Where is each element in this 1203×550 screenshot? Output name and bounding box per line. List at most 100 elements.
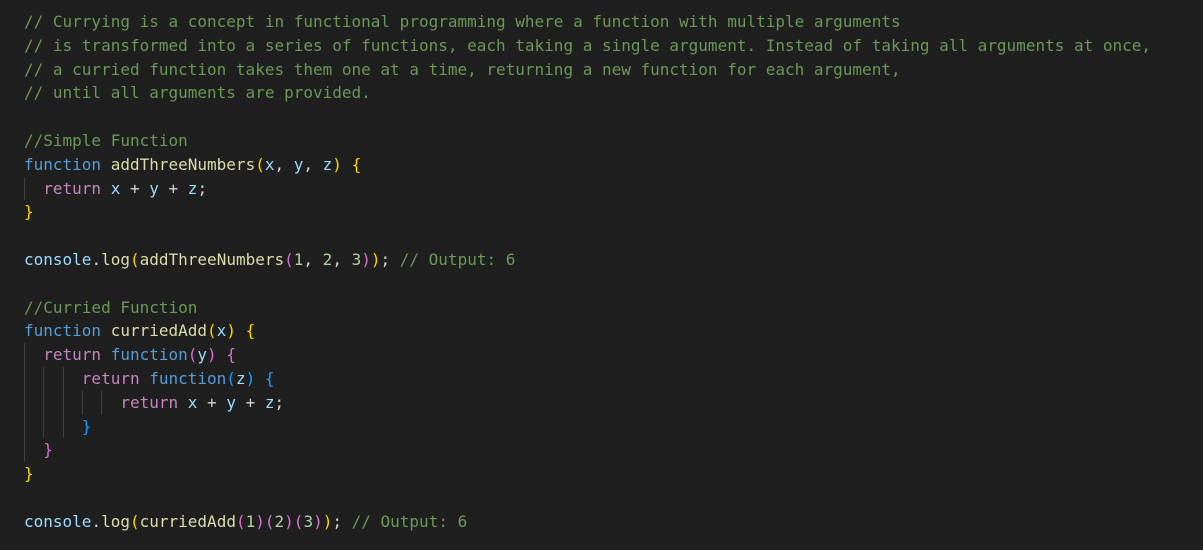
code-token: x (110, 178, 121, 198)
code-token: x (187, 392, 198, 412)
code-line[interactable]: } (0, 438, 1203, 463)
code-token: y (226, 392, 236, 412)
code-token: , (274, 154, 294, 174)
code-line[interactable]: //Curried Function (0, 296, 1203, 320)
code-line[interactable]: console.log(addThreeNumbers(1, 2, 3)); /… (0, 248, 1203, 272)
code-line[interactable]: } (0, 414, 1203, 439)
indent-guide (62, 366, 64, 391)
code-token: curriedAdd (139, 511, 236, 531)
code-token: } (24, 202, 34, 222)
code-token: console (24, 511, 92, 531)
code-line[interactable]: return function(y) { (0, 343, 1203, 367)
code-token: //Simple Function (24, 130, 188, 150)
indent-guide (24, 343, 25, 367)
code-token: ( (284, 249, 294, 269)
code-token: y (149, 178, 159, 198)
code-line[interactable]: } (0, 200, 1203, 224)
code-token: ( (187, 345, 198, 365)
code-token: + (158, 178, 188, 198)
code-token: // Output: 6 (399, 249, 516, 269)
code-token: ) (313, 511, 323, 531)
code-token: 2 (274, 511, 285, 531)
indent-guide (24, 176, 25, 201)
code-line[interactable]: return x + y + z; (0, 176, 1203, 201)
code-token: ) (361, 249, 371, 269)
code-token: + (120, 178, 150, 198)
code-token: } (43, 440, 53, 460)
code-token: // Output: 6 (351, 511, 468, 531)
code-line[interactable] (0, 105, 1203, 129)
code-token: ) (284, 511, 294, 531)
code-token: { (245, 321, 256, 341)
indent-guide (24, 366, 25, 391)
code-token: ( (255, 154, 265, 174)
code-line[interactable]: return function(z) { (0, 366, 1203, 391)
code-token: //Curried Function (24, 297, 198, 317)
code-token: ) (322, 511, 333, 531)
code-token: x (216, 321, 227, 341)
indent-guide (43, 414, 45, 439)
code-editor[interactable]: // Currying is a concept in functional p… (0, 0, 1203, 534)
code-token: ; (332, 511, 352, 531)
code-token: return (120, 392, 179, 412)
code-line[interactable]: //Simple Function (0, 129, 1203, 153)
code-line[interactable]: function curriedAdd(x) { (0, 319, 1203, 343)
code-token: , (303, 249, 323, 269)
code-line[interactable]: return x + y + z; (0, 390, 1203, 415)
code-line[interactable]: // is transformed into a series of funct… (0, 34, 1203, 58)
indent-guide (24, 414, 25, 439)
code-line[interactable] (0, 224, 1203, 248)
code-token: ( (129, 249, 140, 269)
code-token: , (303, 154, 323, 174)
code-token: ) (370, 249, 381, 269)
code-line[interactable]: // Currying is a concept in functional p… (0, 10, 1203, 34)
code-token: ( (235, 511, 246, 531)
code-line[interactable] (0, 272, 1203, 296)
code-token: z (235, 368, 246, 388)
code-token: . (91, 511, 102, 531)
code-token: ( (226, 368, 236, 388)
code-token: curriedAdd (110, 321, 208, 341)
code-token: ) (207, 345, 217, 365)
code-line[interactable] (0, 486, 1203, 510)
code-token: function (24, 154, 102, 174)
code-token: z (187, 178, 198, 198)
indent-guide (24, 390, 25, 415)
code-token: 1 (293, 249, 304, 269)
code-token: y (197, 345, 208, 365)
code-token: 3 (303, 511, 314, 531)
code-line[interactable]: function addThreeNumbers(x, y, z) { (0, 153, 1203, 177)
code-token: // is transformed into a series of funct… (24, 35, 1152, 55)
code-token: , (332, 249, 352, 269)
code-token: return (81, 368, 140, 388)
code-token: 3 (351, 249, 362, 269)
code-token: ( (293, 511, 304, 531)
code-token: log (101, 249, 130, 269)
indent-guide (81, 390, 83, 415)
code-token: // a curried function takes them one at … (24, 59, 901, 79)
code-token: addThreeNumbers (139, 249, 285, 269)
code-token: 1 (245, 511, 256, 531)
indent-guide (62, 390, 64, 415)
code-token: y (293, 154, 304, 174)
code-token: ; (380, 249, 400, 269)
code-token: 2 (322, 249, 333, 269)
code-token: function (24, 321, 102, 341)
code-line[interactable]: console.log(curriedAdd(1)(2)(3)); // Out… (0, 510, 1203, 534)
indent-guide (101, 390, 103, 415)
code-token: { (264, 368, 275, 388)
code-token: function (149, 368, 227, 388)
code-token: ) (226, 321, 236, 341)
indent-guide (24, 438, 25, 463)
code-token: } (24, 464, 34, 484)
code-line[interactable]: // a curried function takes them one at … (0, 58, 1203, 82)
code-token: ) (245, 368, 256, 388)
code-line[interactable]: } (0, 462, 1203, 486)
code-line[interactable]: // until all arguments are provided. (0, 81, 1203, 105)
code-token: + (197, 392, 227, 412)
